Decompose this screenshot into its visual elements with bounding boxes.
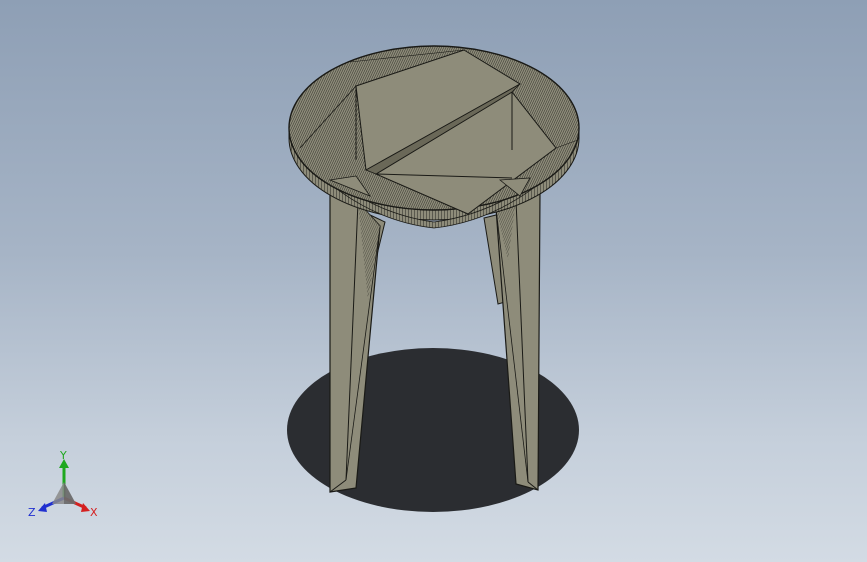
- orientation-triad[interactable]: Y X Z: [26, 448, 104, 524]
- triad-y-label: Y: [59, 449, 67, 462]
- model-view[interactable]: [0, 0, 867, 562]
- graphics-viewport[interactable]: Y X Z: [0, 0, 867, 562]
- triad-center-cone: [52, 482, 76, 504]
- triad-x-label: X: [90, 506, 98, 519]
- triad-z-label: Z: [28, 506, 36, 519]
